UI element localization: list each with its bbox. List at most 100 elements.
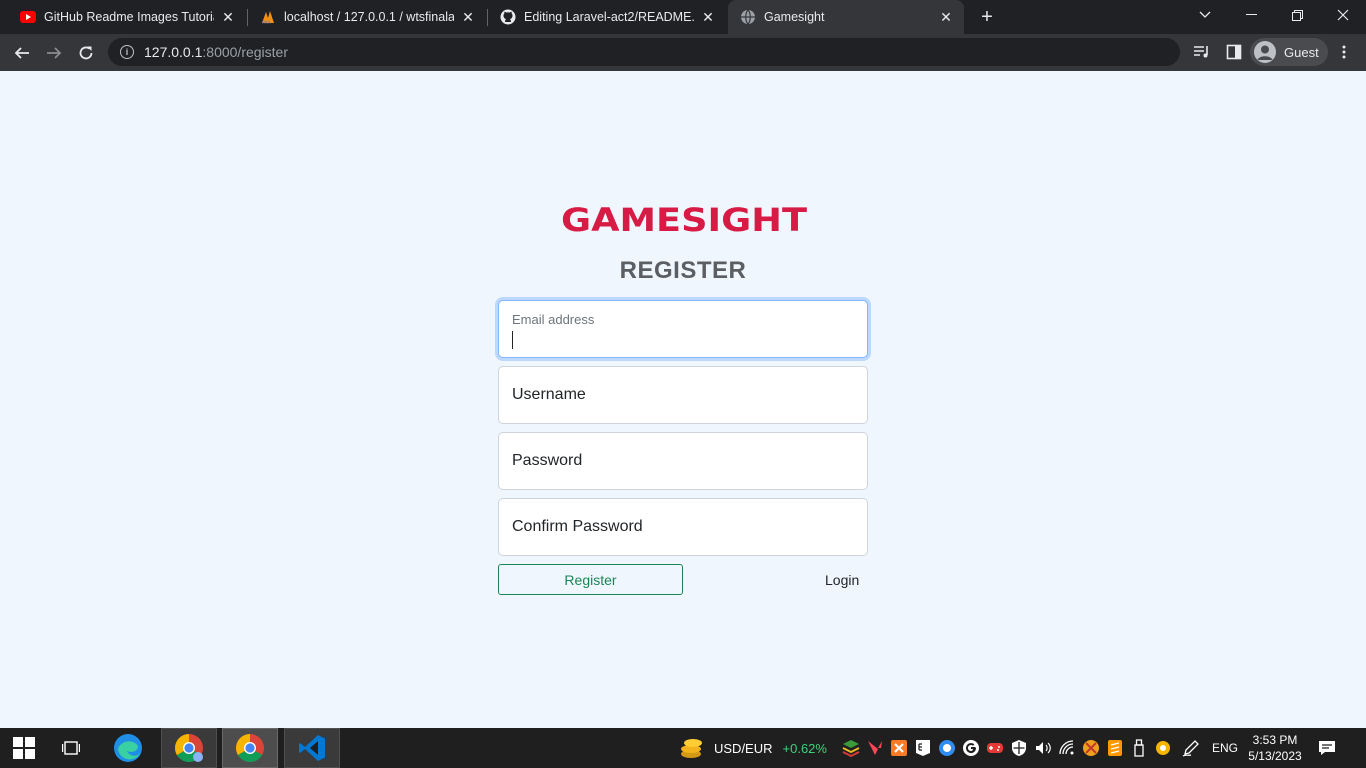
sublime-icon[interactable] [1106, 739, 1124, 757]
text-caret [512, 331, 513, 349]
restore-button[interactable] [1274, 0, 1320, 30]
vscode-icon [299, 735, 325, 761]
valorant-icon[interactable] [866, 739, 884, 757]
forward-button[interactable] [40, 39, 68, 67]
phpmyadmin-icon: PMA [260, 9, 276, 25]
info-icon[interactable]: i [120, 45, 134, 59]
side-panel-button[interactable] [1224, 42, 1244, 62]
clock-time: 3:53 PM [1252, 733, 1298, 747]
login-link[interactable]: Login [825, 572, 859, 588]
confirm-password-placeholder: Confirm Password [512, 518, 643, 535]
email-field[interactable]: Email address [498, 300, 868, 358]
task-view-icon [62, 741, 80, 755]
reload-icon [79, 46, 93, 60]
logo-text: GAMESIGHT [561, 201, 807, 237]
back-button[interactable] [8, 39, 36, 67]
tab-strip: GitHub Readme Images Tutorial ( ✕ PMA lo… [0, 0, 1366, 34]
minimize-button[interactable] [1228, 0, 1274, 30]
close-icon [1337, 9, 1349, 21]
svg-text:PMA: PMA [262, 20, 271, 25]
app-yellow-icon[interactable] [1154, 739, 1172, 757]
tab-github-editing[interactable]: Editing Laravel-act2/README.md ✕ [488, 0, 726, 34]
avatar [1254, 41, 1276, 63]
tab-github-readme[interactable]: GitHub Readme Images Tutorial ( ✕ [8, 0, 246, 34]
address-bar[interactable]: i 127.0.0.1:8000/register [108, 38, 1180, 66]
currency-change: +0.62% [782, 740, 827, 756]
tab-phpmyadmin[interactable]: PMA localhost / 127.0.0.1 / wtsfinalact … [248, 0, 486, 34]
close-icon[interactable]: ✕ [460, 9, 476, 25]
reload-button[interactable] [72, 39, 100, 67]
url-path: :8000/register [202, 44, 288, 60]
arrow-left-icon [14, 47, 29, 59]
close-icon[interactable]: ✕ [700, 9, 716, 25]
tab-title: Gamesight [764, 10, 825, 24]
xampp-icon[interactable] [890, 739, 908, 757]
page-content: GAMESIGHT REGISTER Email address Usernam… [0, 71, 1366, 728]
pen-icon[interactable] [1182, 739, 1200, 757]
tab-search-button[interactable] [1182, 0, 1228, 30]
taskbar-vscode[interactable] [284, 728, 340, 768]
tab-title: GitHub Readme Images Tutorial ( [44, 10, 214, 24]
system-clock[interactable]: 3:53 PM 5/13/2023 [1244, 732, 1306, 764]
language-indicator[interactable]: ENG [1212, 741, 1238, 755]
browser-toolbar: i 127.0.0.1:8000/register Guest [0, 34, 1366, 71]
side-panel-icon [1226, 44, 1242, 60]
media-controls-button[interactable] [1192, 42, 1212, 62]
chevron-down-icon [1199, 11, 1211, 18]
task-view-button[interactable] [48, 728, 94, 768]
url-host: 127.0.0.1 [144, 44, 203, 60]
start-button[interactable] [0, 728, 48, 768]
close-icon[interactable]: ✕ [938, 9, 954, 25]
new-tab-button[interactable]: + [976, 6, 998, 28]
clock-date: 5/13/2023 [1248, 749, 1302, 763]
password-placeholder: Password [512, 452, 583, 469]
email-label: Email address [512, 312, 595, 327]
playlist-icon [1194, 46, 1208, 58]
youtube-icon [20, 9, 36, 25]
register-button[interactable]: Register [498, 564, 683, 595]
page-title: REGISTER [619, 257, 747, 284]
currency-pair: USD/EUR [714, 740, 773, 756]
epic-games-icon[interactable] [914, 739, 932, 757]
bluestacks-icon[interactable] [842, 739, 860, 757]
tab-title: Editing Laravel-act2/README.md [524, 10, 694, 24]
person-icon [1257, 45, 1273, 60]
close-icon[interactable]: ✕ [220, 9, 236, 25]
taskbar-chrome-profile[interactable] [161, 728, 217, 768]
more-vertical-icon [1342, 45, 1346, 59]
tab-gamesight[interactable]: Gamesight ✕ [728, 0, 964, 34]
minimize-icon [1245, 14, 1257, 15]
app-blue-circle-icon[interactable] [938, 739, 956, 757]
app-orange-icon[interactable] [1082, 739, 1100, 757]
notification-icon[interactable] [1318, 740, 1336, 756]
taskbar-chrome[interactable] [222, 728, 278, 768]
username-placeholder: Username [512, 386, 586, 403]
username-field[interactable]: Username [498, 366, 868, 424]
edge-icon [114, 734, 142, 762]
arrow-right-icon [47, 47, 62, 59]
github-icon [500, 9, 516, 25]
restore-icon [1291, 9, 1303, 21]
menu-button[interactable] [1334, 42, 1354, 62]
google-icon[interactable] [962, 739, 980, 757]
wifi-icon[interactable] [1058, 739, 1076, 757]
globe-icon [740, 9, 756, 25]
coins-icon [681, 739, 702, 758]
chrome-icon [175, 734, 203, 762]
taskbar-edge[interactable] [100, 728, 156, 768]
window-close-button[interactable] [1320, 0, 1366, 30]
gamepad-icon[interactable] [986, 739, 1004, 757]
gamesight-logo: GAMESIGHT [561, 201, 807, 237]
currency-widget[interactable]: USD/EUR +0.62% [678, 728, 827, 768]
confirm-password-field[interactable]: Confirm Password [498, 498, 868, 556]
usb-icon[interactable] [1130, 739, 1148, 757]
windows-taskbar: USD/EUR +0.62% ENG 3:53 PM 5/13/2023 [0, 728, 1366, 768]
chrome-icon [236, 734, 264, 762]
volume-icon[interactable] [1034, 739, 1052, 757]
shield-icon[interactable] [1010, 739, 1028, 757]
password-field[interactable]: Password [498, 432, 868, 490]
profile-name: Guest [1284, 44, 1319, 60]
tab-title: localhost / 127.0.0.1 / wtsfinalact [284, 10, 454, 24]
windows-icon [13, 737, 35, 759]
profile-button[interactable]: Guest [1250, 38, 1328, 66]
